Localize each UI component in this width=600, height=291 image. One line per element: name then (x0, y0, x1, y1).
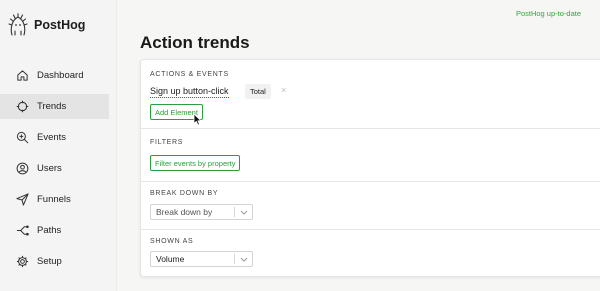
users-icon (15, 162, 29, 176)
section-title-actions-events: ACTIONS & EVENTS (150, 71, 229, 78)
actions-events-section: ACTIONS & EVENTS Sign up button-click To… (141, 60, 600, 128)
status-text[interactable]: PostHog up-to-date (516, 9, 581, 18)
breakdown-select[interactable]: Break down by (150, 204, 253, 220)
action-selector[interactable]: Sign up button-click (150, 86, 229, 98)
sidebar-item-label: Dashboard (37, 70, 84, 81)
math-selector[interactable]: Total (245, 84, 271, 99)
sidebar-item-label: Funnels (37, 194, 71, 205)
remove-action-icon[interactable]: × (281, 85, 286, 95)
sidebar-item-setup[interactable]: Setup (0, 249, 109, 274)
sidebar-item-label: Paths (37, 225, 62, 236)
chevron-down-icon (235, 257, 252, 262)
brand-name: PostHog (34, 18, 86, 32)
sidebar-nav: Dashboard Trends Events Users Funnels Pa… (0, 63, 109, 280)
section-title-filters: FILTERS (150, 139, 184, 146)
breakdown-section: BREAK DOWN BY Break down by (141, 182, 600, 229)
sidebar-item-label: Trends (37, 101, 67, 112)
home-icon (15, 69, 29, 83)
section-title-breakdown: BREAK DOWN BY (150, 190, 219, 197)
sidebar: PostHog Dashboard Trends Events Users Fu… (0, 0, 117, 291)
search-icon (15, 131, 29, 145)
send-icon (15, 193, 29, 207)
sidebar-item-dashboard[interactable]: Dashboard (0, 63, 109, 88)
mouse-cursor-icon (193, 113, 202, 131)
sidebar-item-label: Setup (37, 256, 62, 267)
paths-icon (15, 224, 29, 238)
hedgehog-icon (8, 13, 28, 37)
gear-icon (15, 255, 29, 269)
crosshair-icon (15, 100, 29, 114)
filters-section: FILTERS Filter events by property (141, 129, 600, 181)
sidebar-item-events[interactable]: Events (0, 125, 109, 150)
query-editor-card: ACTIONS & EVENTS Sign up button-click To… (140, 59, 600, 277)
shown-as-section: SHOWN AS Volume (141, 230, 600, 277)
section-title-shown-as: SHOWN AS (150, 238, 194, 245)
shown-as-select[interactable]: Volume (150, 251, 253, 267)
sidebar-item-label: Users (37, 163, 62, 174)
shown-as-select-value: Volume (156, 254, 185, 264)
breakdown-select-value: Break down by (156, 207, 213, 217)
sidebar-item-users[interactable]: Users (0, 156, 109, 181)
sidebar-item-trends[interactable]: Trends (0, 94, 109, 119)
chevron-down-icon (235, 210, 252, 215)
sidebar-item-label: Events (37, 132, 67, 143)
page-title: Action trends (140, 33, 250, 52)
brand-logo[interactable]: PostHog (8, 12, 85, 38)
sidebar-item-paths[interactable]: Paths (0, 218, 109, 243)
filter-by-property-button[interactable]: Filter events by property (150, 155, 241, 171)
sidebar-item-funnels[interactable]: Funnels (0, 187, 109, 212)
